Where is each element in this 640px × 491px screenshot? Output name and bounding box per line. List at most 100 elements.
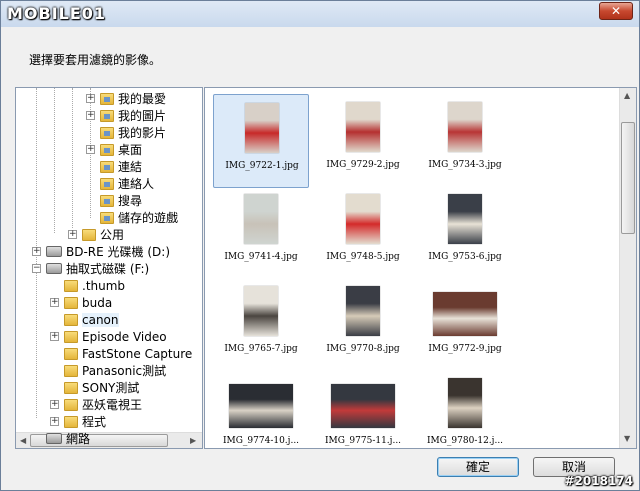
thumbnail-filename: IMG_9765-7.jpg — [224, 344, 298, 354]
folder-icon — [64, 279, 78, 292]
tree-item[interactable]: 抽取式磁碟 (F:) — [46, 260, 149, 277]
tree-item[interactable]: FastStone Capture — [64, 345, 192, 362]
tree-horizontal-scrollbar[interactable]: ◀ ▶ — [16, 432, 202, 448]
tree-item[interactable]: 儲存的遊戲 — [100, 209, 178, 226]
tree-item[interactable]: 公用 — [82, 226, 124, 243]
searches-folder-icon — [100, 194, 114, 207]
tree-item-label: 公用 — [100, 228, 125, 242]
watermark-text: #2018174 — [564, 474, 633, 488]
public-folder-icon — [82, 228, 96, 241]
thumbnail-item[interactable]: IMG_9774-10.j... — [213, 370, 309, 448]
tree-item[interactable]: buda — [64, 294, 112, 311]
photo-thumbnail-image — [331, 384, 395, 428]
tree-expander-icon[interactable]: + — [50, 400, 59, 409]
tree-item[interactable]: 網路 — [46, 430, 90, 447]
thumbnail-filename: IMG_9770-8.jpg — [326, 344, 400, 354]
tree-item-label: 桌面 — [118, 143, 143, 157]
favorites-folder-icon — [100, 92, 114, 105]
close-button[interactable]: ✕ — [599, 2, 633, 20]
contacts-folder-icon — [100, 177, 114, 190]
folder-icon — [64, 415, 78, 428]
tree-item-label: 連結 — [118, 160, 143, 174]
tree-expander-icon[interactable]: + — [86, 145, 95, 154]
tree-item-label: 儲存的遊戲 — [118, 211, 179, 225]
ok-button[interactable]: 確定 — [437, 457, 519, 477]
thumbnail-item[interactable]: IMG_9772-9.jpg — [417, 278, 513, 372]
photo-thumbnail-image — [448, 194, 482, 244]
tree-item[interactable]: Episode Video — [64, 328, 167, 345]
tree-expander-icon[interactable]: + — [50, 332, 59, 341]
folder-icon — [64, 381, 78, 394]
tree-item[interactable]: 我的最愛 — [100, 90, 166, 107]
tree-item[interactable]: .thumb — [64, 277, 125, 294]
thumbnail-grid[interactable]: ▲ ▼ IMG_9722-1.jpg IMG_9729-2.jpg IMG_9734… — [204, 87, 637, 449]
removable-drive-icon — [46, 263, 62, 274]
thumbnail-item[interactable]: IMG_9753-6.jpg — [417, 186, 513, 280]
folder-icon — [64, 330, 78, 343]
tree-item[interactable]: BD-RE 光碟機 (D:) — [46, 243, 170, 260]
photo-thumbnail-image — [346, 194, 380, 244]
optical-drive-icon — [46, 246, 62, 257]
thumbnail-filename: IMG_9729-2.jpg — [326, 160, 400, 170]
links-folder-icon — [100, 160, 114, 173]
tree-item[interactable]: 桌面 — [100, 141, 142, 158]
thumbnail-filename: IMG_9772-9.jpg — [428, 344, 502, 354]
tree-item[interactable]: 巫妖電視王 — [64, 396, 142, 413]
thumbnail-item[interactable]: IMG_9748-5.jpg — [315, 186, 411, 280]
thumbnail-item[interactable]: IMG_9780-12.j... — [417, 370, 513, 448]
thumbnail-filename: IMG_9775-11.j... — [324, 436, 402, 446]
videos-folder-icon — [100, 126, 114, 139]
tree-expander-icon[interactable]: + — [50, 417, 59, 426]
tree-expander-icon[interactable]: + — [86, 111, 95, 120]
desktop-folder-icon — [100, 143, 114, 156]
tree-expander-icon[interactable]: + — [50, 298, 59, 307]
photo-thumbnail-image — [448, 102, 482, 152]
folder-icon — [64, 364, 78, 377]
thumbnail-filename: IMG_9774-10.j... — [222, 436, 300, 446]
tree-item[interactable]: 我的影片 — [100, 124, 166, 141]
tree-expander-icon[interactable]: + — [32, 247, 41, 256]
tree-expander-icon[interactable]: + — [68, 230, 77, 239]
scroll-down-icon[interactable]: ▼ — [624, 434, 630, 443]
tree-item[interactable]: SONY測試 — [64, 379, 139, 396]
tree-item[interactable]: 我的圖片 — [100, 107, 166, 124]
photo-thumbnail-image — [229, 384, 293, 428]
tree-expander-icon[interactable]: − — [32, 264, 41, 273]
tree-item-label: 抽取式磁碟 (F:) — [66, 262, 150, 276]
tree-item[interactable]: 連絡人 — [100, 175, 154, 192]
tree-item[interactable]: 搜尋 — [100, 192, 142, 209]
tree-item-label: 我的影片 — [118, 126, 167, 140]
thumbnail-item[interactable]: IMG_9722-1.jpg — [213, 94, 309, 188]
tree-item-label: 我的最愛 — [118, 92, 167, 106]
thumbnail-item[interactable]: IMG_9775-11.j... — [315, 370, 411, 448]
thumbnail-filename: IMG_9780-12.j... — [426, 436, 504, 446]
thumbnail-item[interactable]: IMG_9770-8.jpg — [315, 278, 411, 372]
tree-item-label: 程式 — [82, 415, 107, 429]
tree-guide-line — [72, 88, 73, 228]
saved-games-folder-icon — [100, 211, 114, 224]
thumbnail-item[interactable]: IMG_9729-2.jpg — [315, 94, 411, 188]
thumbnail-item[interactable]: IMG_9734-3.jpg — [417, 94, 513, 188]
scroll-left-icon[interactable]: ◀ — [20, 436, 26, 445]
thumbnail-scroll-thumb[interactable] — [621, 122, 635, 234]
photo-thumbnail-image — [346, 102, 380, 152]
pictures-folder-icon — [100, 109, 114, 122]
thumbnail-scrollbar[interactable]: ▲ ▼ — [619, 88, 636, 448]
tree-item-label: 連絡人 — [118, 177, 155, 191]
instruction-text: 選擇要套用濾鏡的影像。 — [29, 53, 162, 67]
tree-item-label: 網路 — [66, 432, 91, 446]
tree-vertical-scrollbar[interactable] — [202, 88, 203, 434]
thumbnail-item[interactable]: IMG_9765-7.jpg — [213, 278, 309, 372]
thumbnail-item[interactable]: IMG_9741-4.jpg — [213, 186, 309, 280]
tree-item[interactable]: Panasonic測試 — [64, 362, 166, 379]
tree-item-label: Panasonic測試 — [82, 364, 167, 378]
title-bar: MOBILE01 ✕ — [1, 1, 639, 27]
folder-icon — [64, 398, 78, 411]
tree-item[interactable]: 連結 — [100, 158, 142, 175]
tree-item[interactable]: 程式 — [64, 413, 106, 430]
tree-expander-icon[interactable]: + — [86, 94, 95, 103]
folder-tree[interactable]: ◀ ▶ + 我的最愛 + 我的圖片我的影片 + 桌面連結連絡人 搜尋儲存的遊戲 + 公用 + BD-… — [15, 87, 203, 449]
tree-item[interactable]: canon — [64, 311, 119, 328]
scroll-right-icon[interactable]: ▶ — [190, 436, 196, 445]
scroll-up-icon[interactable]: ▲ — [624, 91, 630, 100]
